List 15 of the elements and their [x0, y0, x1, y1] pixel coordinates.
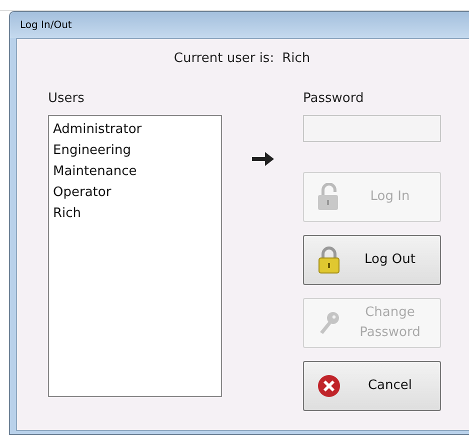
user-item[interactable]: Engineering — [53, 140, 217, 161]
lock-button[interactable]: Log Out — [303, 235, 441, 285]
window-title: Log In/Out — [20, 20, 72, 30]
current-user-name: Rich — [282, 51, 310, 66]
arrow-icon — [250, 149, 274, 169]
user-item[interactable]: Operator — [53, 182, 217, 203]
user-item[interactable]: Administrator — [53, 119, 217, 140]
cancel-icon — [316, 372, 342, 400]
padlock-icon — [316, 246, 342, 274]
user-item[interactable]: Rich — [53, 203, 217, 224]
users-label: Users — [48, 91, 86, 108]
user-item[interactable]: Maintenance — [53, 161, 217, 182]
password-label: Password — [303, 91, 365, 108]
cancel-button[interactable]: Cancel — [303, 361, 441, 411]
current-user-label: Current user is: — [174, 51, 274, 66]
